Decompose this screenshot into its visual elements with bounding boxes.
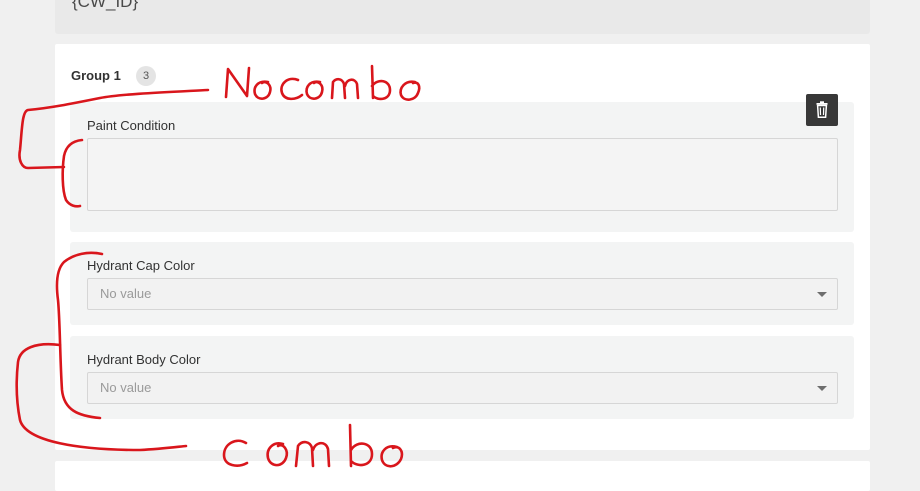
hydrant-body-color-value: No value: [100, 380, 151, 395]
hydrant-cap-color-label: Hydrant Cap Color: [87, 258, 195, 273]
hydrant-body-color-field: Hydrant Body Color No value: [70, 336, 854, 419]
chevron-down-icon: [817, 386, 827, 391]
paint-condition-label: Paint Condition: [87, 118, 175, 133]
hydrant-body-color-select[interactable]: No value: [87, 372, 838, 404]
cw-id-field: {CW_ID}: [55, 0, 870, 34]
hydrant-cap-color-field: Hydrant Cap Color No value: [70, 242, 854, 325]
group-count-badge: 3: [136, 66, 156, 86]
group-title: Group 1: [71, 68, 121, 83]
hydrant-body-color-label: Hydrant Body Color: [87, 352, 200, 367]
trash-icon: [806, 94, 838, 126]
paint-condition-field: Paint Condition: [70, 102, 854, 232]
cw-id-text: {CW_ID}: [72, 0, 138, 12]
paint-condition-input[interactable]: [87, 138, 838, 211]
delete-button[interactable]: [806, 94, 838, 126]
next-group-card: [55, 461, 870, 491]
hydrant-cap-color-select[interactable]: No value: [87, 278, 838, 310]
chevron-down-icon: [817, 292, 827, 297]
hydrant-cap-color-value: No value: [100, 286, 151, 301]
group-card: Group 1 3 Paint Condition Hydrant Cap Co…: [55, 44, 870, 450]
